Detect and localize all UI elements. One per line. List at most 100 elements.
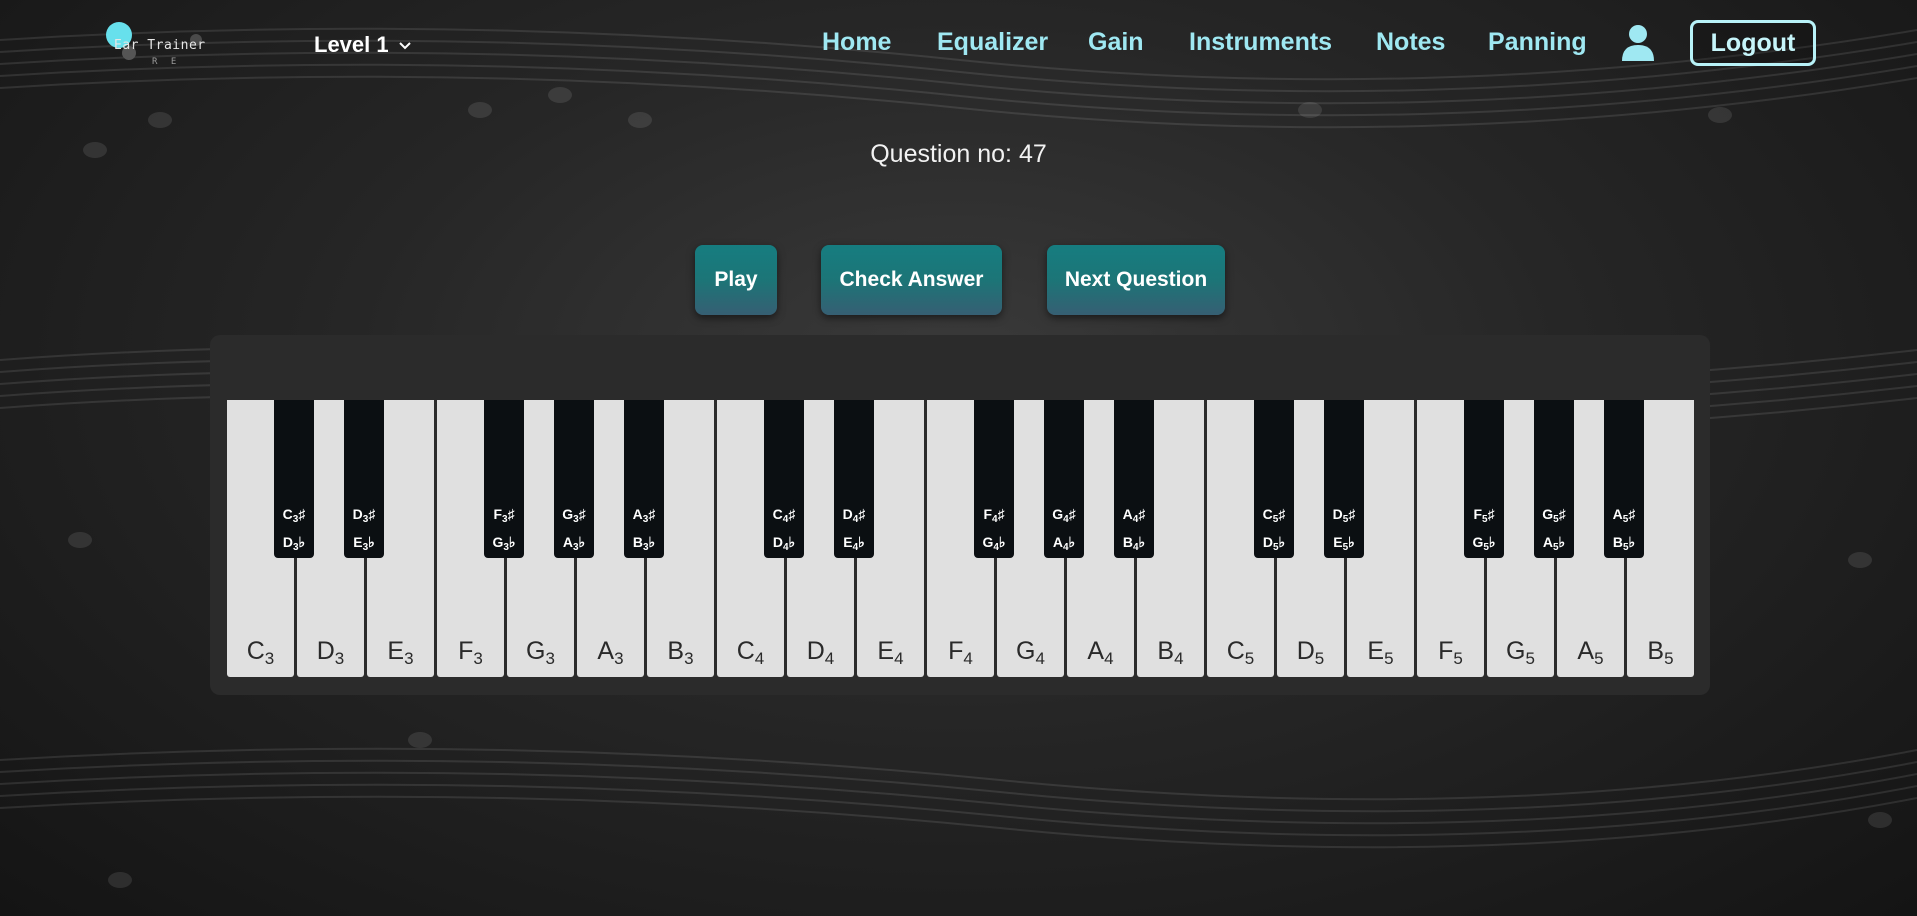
white-key-label: A3 — [577, 637, 644, 669]
black-key-csharp4[interactable]: C4♯ D4♭ — [764, 400, 804, 558]
black-key-gsharp5[interactable]: G5♯ A5♭ — [1534, 400, 1574, 558]
note-name: G — [1506, 637, 1526, 665]
white-key-label: D3 — [297, 637, 364, 669]
white-key-label: A5 — [1557, 637, 1624, 669]
note-name: A — [597, 637, 615, 665]
note-name: G — [1016, 637, 1036, 665]
app-logo[interactable]: Ear Trainer R E — [106, 20, 216, 72]
octave-number: 4 — [1035, 649, 1045, 668]
octave-number: 4 — [754, 649, 765, 668]
level-dropdown[interactable]: Level 1 — [314, 32, 411, 58]
note-name: B — [1157, 637, 1175, 665]
logo-sub: R E — [152, 57, 181, 67]
white-key-label: C4 — [717, 637, 784, 669]
octave-number: 3 — [684, 649, 694, 668]
octave-number: 5 — [1244, 649, 1255, 668]
black-key-fsharp5[interactable]: F5♯ G5♭ — [1464, 400, 1504, 558]
nav-equalizer[interactable]: Equalizer — [937, 28, 1048, 57]
octave-number: 3 — [473, 649, 483, 668]
black-key-sharp-label: G4♯ — [1052, 506, 1076, 525]
black-key-flat-label: A5♭ — [1542, 534, 1566, 553]
white-key-label: B5 — [1627, 637, 1694, 669]
piano-keyboard: C3 D3 E3 F3 G3 A3 B3 C4 D4 E4 F4 G4 A4 B4 C5 D5 E5 F5 G5 A5… — [227, 400, 1694, 677]
note-name: E — [387, 637, 405, 665]
black-key-sharp-label: F5♯ — [1473, 506, 1495, 525]
note-name: F — [948, 637, 964, 665]
note-name: C — [1226, 637, 1245, 665]
black-key-sharp-label: G3♯ — [562, 506, 586, 525]
white-key-label: D5 — [1277, 637, 1344, 669]
black-key-sharp-label: C3♯ — [282, 506, 306, 525]
piano: C3 D3 E3 F3 G3 A3 B3 C4 D4 E4 F4 G4 A4 B4 C5 D5 E5 F5 G5 A5… — [210, 335, 1710, 695]
octave-number: 4 — [963, 649, 973, 668]
black-key-csharp5[interactable]: C5♯ D5♭ — [1254, 400, 1294, 558]
note-name: A — [1577, 637, 1595, 665]
black-key-sharp-label: C5♯ — [1262, 506, 1286, 525]
white-key-label: C5 — [1207, 637, 1274, 669]
note-name: F — [1438, 637, 1454, 665]
check-answer-button[interactable]: Check Answer — [821, 245, 1002, 315]
black-key-flat-label: A3♭ — [562, 534, 586, 553]
black-key-sharp-label: D3♯ — [352, 506, 376, 525]
nav-panning[interactable]: Panning — [1488, 28, 1587, 57]
black-key-gsharp3[interactable]: G3♯ A3♭ — [554, 400, 594, 558]
black-key-flat-label: D3♭ — [282, 534, 306, 553]
octave-number: 5 — [1525, 649, 1535, 668]
nav-instruments[interactable]: Instruments — [1189, 28, 1332, 57]
black-key-dsharp3[interactable]: D3♯ E3♭ — [344, 400, 384, 558]
white-key-label: E4 — [857, 637, 924, 669]
black-key-flat-label: G3♭ — [492, 534, 516, 553]
white-key-label: G5 — [1487, 637, 1554, 669]
black-key-sharp-label: A3♯ — [632, 506, 656, 525]
note-name: B — [1647, 637, 1665, 665]
black-key-asharp3[interactable]: A3♯ B3♭ — [624, 400, 664, 558]
black-key-csharp3[interactable]: C3♯ D3♭ — [274, 400, 314, 558]
black-key-sharp-label: A5♯ — [1612, 506, 1636, 525]
note-name: B — [667, 637, 685, 665]
octave-number: 4 — [894, 649, 904, 668]
white-key-label: G4 — [997, 637, 1064, 669]
note-name: C — [736, 637, 755, 665]
black-key-fsharp4[interactable]: F4♯ G4♭ — [974, 400, 1014, 558]
black-key-dsharp5[interactable]: D5♯ E5♭ — [1324, 400, 1364, 558]
next-question-button[interactable]: Next Question — [1047, 245, 1225, 315]
black-key-flat-label: B4♭ — [1122, 534, 1146, 553]
nav-gain[interactable]: Gain — [1088, 28, 1144, 57]
black-key-sharp-label: F3♯ — [493, 506, 515, 525]
logout-button[interactable]: Logout — [1690, 20, 1816, 66]
black-key-gsharp4[interactable]: G4♯ A4♭ — [1044, 400, 1084, 558]
note-name: G — [526, 637, 546, 665]
nav-home[interactable]: Home — [822, 28, 891, 57]
black-key-sharp-label: A4♯ — [1122, 506, 1146, 525]
black-key-asharp4[interactable]: A4♯ B4♭ — [1114, 400, 1154, 558]
black-key-sharp-label: F4♯ — [983, 506, 1005, 525]
black-key-flat-label: B3♭ — [632, 534, 656, 553]
octave-number: 3 — [614, 649, 624, 668]
white-key-label: G3 — [507, 637, 574, 669]
note-name: E — [1367, 637, 1385, 665]
black-key-dsharp4[interactable]: D4♯ E4♭ — [834, 400, 874, 558]
black-key-flat-label: B5♭ — [1612, 534, 1636, 553]
octave-number: 5 — [1384, 649, 1394, 668]
note-name: C — [246, 637, 265, 665]
octave-number: 3 — [264, 649, 275, 668]
nav-notes[interactable]: Notes — [1376, 28, 1445, 57]
octave-number: 3 — [404, 649, 414, 668]
black-key-sharp-label: G5♯ — [1542, 506, 1566, 525]
white-key-label: A4 — [1067, 637, 1134, 669]
black-key-asharp5[interactable]: A5♯ B5♭ — [1604, 400, 1644, 558]
note-name: D — [1296, 637, 1315, 665]
white-key-label: E5 — [1347, 637, 1414, 669]
octave-number: 4 — [824, 649, 835, 668]
white-key-label: F4 — [927, 637, 994, 669]
octave-number: 3 — [334, 649, 345, 668]
user-icon[interactable] — [1620, 24, 1656, 62]
octave-number: 3 — [545, 649, 555, 668]
note-name: A — [1087, 637, 1105, 665]
black-key-flat-label: E5♭ — [1333, 534, 1355, 553]
play-button[interactable]: Play — [695, 245, 777, 315]
octave-number: 5 — [1453, 649, 1463, 668]
octave-number: 4 — [1104, 649, 1114, 668]
octave-number: 5 — [1664, 649, 1674, 668]
black-key-fsharp3[interactable]: F3♯ G3♭ — [484, 400, 524, 558]
